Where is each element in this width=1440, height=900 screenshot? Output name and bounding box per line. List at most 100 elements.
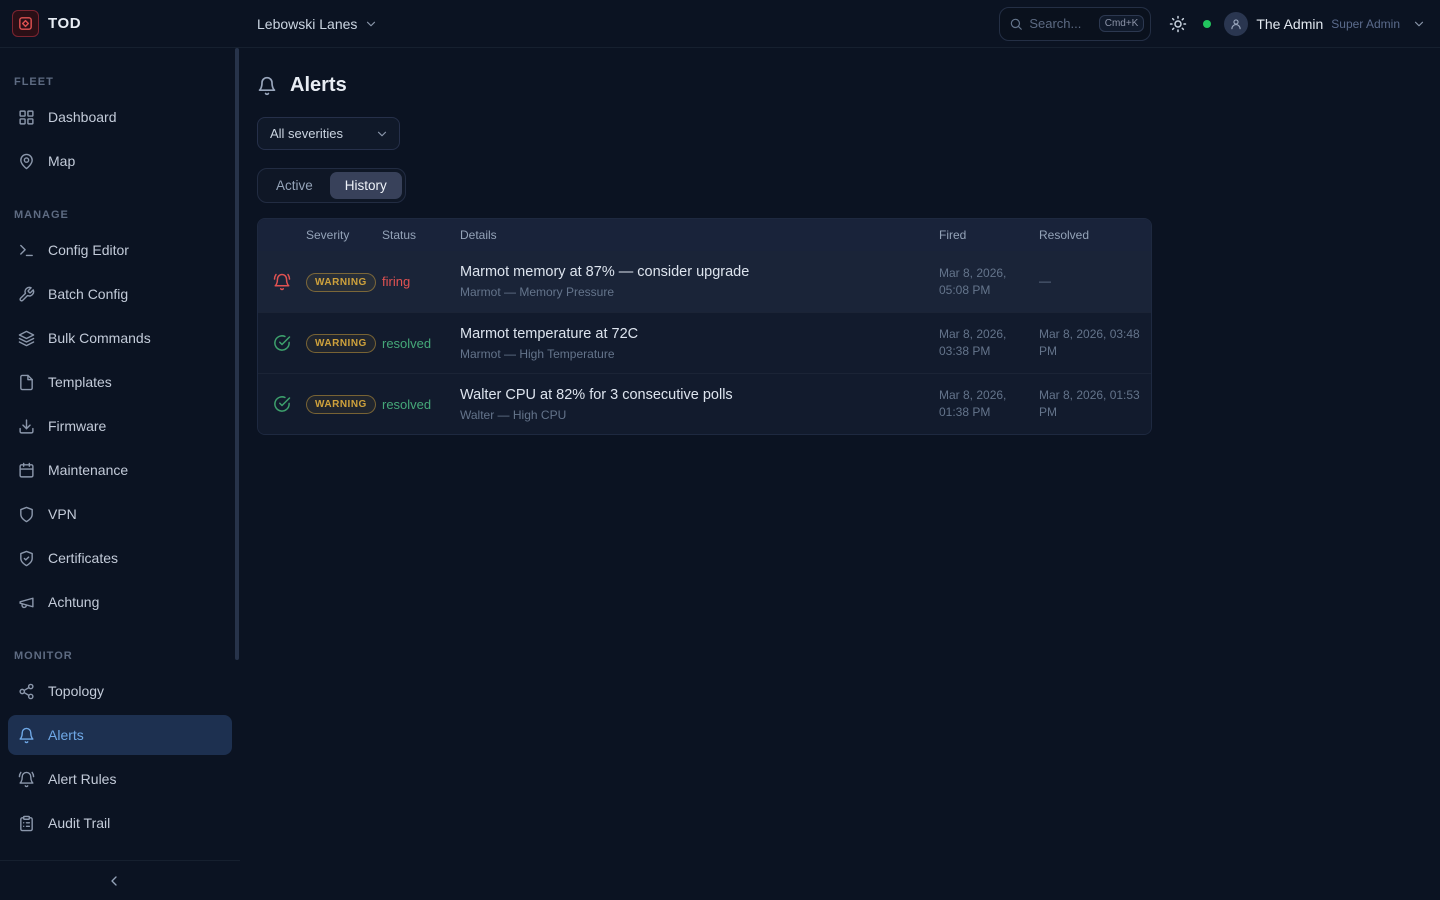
alert-title: Marmot memory at 87% — consider upgrade [460,264,927,280]
calendar-icon [18,462,35,479]
sidebar-item-bulk-commands[interactable]: Bulk Commands [8,318,232,358]
sidebar-item-maintenance[interactable]: Maintenance [8,450,232,490]
sidebar-item-label: Map [48,153,75,169]
alert-title: Marmot temperature at 72C [460,326,927,342]
status-text: resolved [382,336,460,351]
sidebar-item-achtung[interactable]: Achtung [8,582,232,622]
theme-toggle-button[interactable] [1169,15,1187,33]
main-content: Alerts All severities Active History Sev… [240,48,1440,900]
sidebar-item-map[interactable]: Map [8,141,232,181]
clipboard-icon [18,815,35,832]
sidebar: FLEET Dashboard Map MANAGE Config Editor… [0,48,240,900]
sidebar-item-firmware[interactable]: Firmware [8,406,232,446]
page-title: Alerts [290,74,347,97]
sidebar-item-label: VPN [48,506,77,522]
bell-ring-icon [18,771,35,788]
severity-filter-value: All severities [270,126,343,141]
bell-firing-icon [273,273,291,291]
table-row[interactable]: WARNING resolved Marmot temperature at 7… [258,312,1151,373]
resolved-time: — [1039,273,1151,290]
sidebar-item-label: Achtung [48,594,99,610]
sidebar-item-batch-config[interactable]: Batch Config [8,274,232,314]
severity-badge: WARNING [306,395,376,414]
layers-icon [18,330,35,347]
column-header-fired: Fired [939,227,1039,244]
shield-icon [18,506,35,523]
app-logo-icon [12,10,39,37]
org-selector-label: Lebowski Lanes [257,16,357,32]
alert-subtitle: Marmot — High Temperature [460,347,927,361]
sidebar-scrollbar[interactable] [235,48,239,660]
sidebar-section-fleet: FLEET [0,52,240,97]
user-menu[interactable]: The Admin Super Admin [1224,12,1426,36]
topbar: TOD Lebowski Lanes Cmd+K The Admin Super… [0,0,1440,48]
tab-active[interactable]: Active [261,172,328,199]
search-box[interactable]: Cmd+K [999,7,1151,41]
status-text: resolved [382,397,460,412]
search-input[interactable] [1029,16,1092,31]
severity-filter-select[interactable]: All severities [257,117,400,150]
app-root: TOD Lebowski Lanes Cmd+K The Admin Super… [0,0,1440,900]
download-icon [18,418,35,435]
table-row[interactable]: WARNING resolved Walter CPU at 82% for 3… [258,373,1151,434]
tab-history[interactable]: History [330,172,402,199]
severity-badge: WARNING [306,273,376,292]
check-circle-icon [273,334,291,352]
column-header-severity: Severity [306,228,382,242]
online-status-dot [1203,20,1211,28]
page-header: Alerts [257,74,1416,97]
sidebar-item-vpn[interactable]: VPN [8,494,232,534]
chevron-down-icon [364,17,378,31]
sidebar-item-topology[interactable]: Topology [8,671,232,711]
alerts-tabs: Active History [257,168,406,203]
user-name: The Admin [1256,16,1323,32]
sidebar-collapse-button[interactable] [106,873,122,889]
sidebar-item-audit-trail[interactable]: Audit Trail [8,803,232,843]
wrench-icon [18,286,35,303]
terminal-icon [18,242,35,259]
column-header-resolved: Resolved [1039,227,1151,244]
alert-subtitle: Walter — High CPU [460,408,927,422]
search-shortcut-badge: Cmd+K [1099,15,1145,32]
sidebar-nav: FLEET Dashboard Map MANAGE Config Editor… [0,48,240,860]
resolved-time: Mar 8, 2026, 03:48 PM [1039,326,1151,360]
file-icon [18,374,35,391]
sidebar-item-alert-rules[interactable]: Alert Rules [8,759,232,799]
fired-time: Mar 8, 2026, 01:38 PM [939,387,1039,421]
severity-badge: WARNING [306,334,376,353]
sidebar-item-label: Templates [48,374,112,390]
topology-icon [18,683,35,700]
sidebar-item-label: Certificates [48,550,118,566]
sidebar-item-templates[interactable]: Templates [8,362,232,402]
app-name: TOD [48,15,81,32]
sidebar-item-label: Firmware [48,418,106,434]
sidebar-item-label: Topology [48,683,104,699]
sidebar-item-alerts[interactable]: Alerts [8,715,232,755]
brand: TOD [0,10,240,37]
sidebar-item-config-editor[interactable]: Config Editor [8,230,232,270]
sidebar-item-transparency[interactable]: Transparency [8,847,232,860]
chevron-down-icon [375,127,389,141]
avatar [1224,12,1248,36]
column-header-status: Status [382,228,460,242]
sidebar-item-label: Batch Config [48,286,128,302]
sidebar-item-label: Bulk Commands [48,330,151,346]
user-role: Super Admin [1331,17,1400,31]
map-pin-icon [18,153,35,170]
sidebar-item-dashboard[interactable]: Dashboard [8,97,232,137]
alert-title: Walter CPU at 82% for 3 consecutive poll… [460,387,927,403]
alert-subtitle: Marmot — Memory Pressure [460,285,927,299]
org-selector[interactable]: Lebowski Lanes [257,16,378,32]
table-row[interactable]: WARNING firing Marmot memory at 87% — co… [258,251,1151,312]
column-header-details: Details [460,228,939,242]
sidebar-section-manage: MANAGE [0,185,240,230]
shell: FLEET Dashboard Map MANAGE Config Editor… [0,48,1440,900]
megaphone-icon [18,594,35,611]
sun-icon [1169,15,1187,33]
shield-check-icon [18,550,35,567]
fired-time: Mar 8, 2026, 03:38 PM [939,326,1039,360]
sidebar-item-label: Config Editor [48,242,129,258]
status-text: firing [382,274,460,289]
chevron-left-icon [106,873,122,889]
sidebar-item-certificates[interactable]: Certificates [8,538,232,578]
